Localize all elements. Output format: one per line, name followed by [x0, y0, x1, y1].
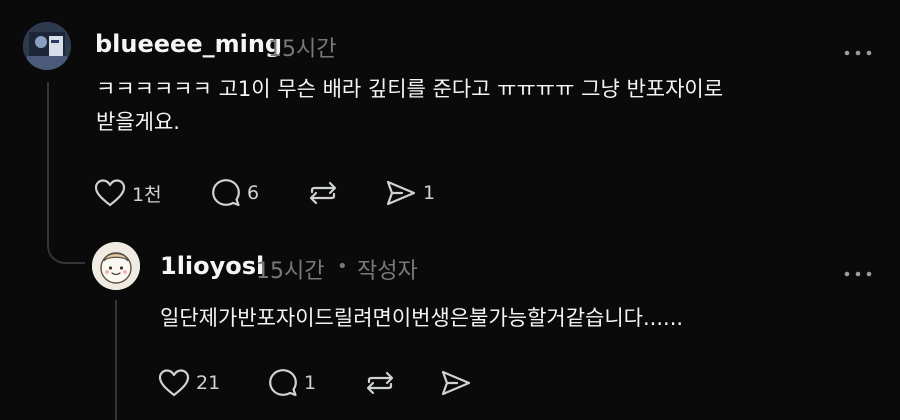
- comment-icon: [212, 179, 240, 207]
- thread-connector-curve: [47, 228, 85, 264]
- comment-text: ㅋㅋㅋㅋㅋㅋ 고1이 무슨 배라 깊티를 준다고 ㅠㅠㅠㅠ 그냥 반포자이로 받…: [96, 73, 856, 139]
- reply-time: 15시간: [256, 259, 325, 284]
- reply-button[interactable]: 6: [211, 178, 259, 208]
- reply-count: 1: [304, 372, 317, 394]
- thread-connector-line: [47, 82, 49, 240]
- share-icon: [441, 370, 471, 396]
- like-count: 21: [196, 372, 221, 394]
- repost-icon: [366, 371, 394, 395]
- comment-text-line: ㅋㅋㅋㅋㅋㅋ 고1이 무슨 배라 깊티를 준다고 ㅠㅠㅠㅠ 그냥 반포자이로: [96, 77, 724, 101]
- heart-icon: [158, 369, 190, 397]
- reply-repost-button[interactable]: [365, 368, 395, 398]
- share-count: 1: [423, 182, 436, 204]
- comment-icon: [269, 369, 297, 397]
- author-badge: 작성자: [357, 259, 418, 284]
- reply-avatar[interactable]: [92, 242, 140, 290]
- like-count: 1천: [132, 183, 162, 206]
- share-button[interactable]: 1: [385, 178, 435, 208]
- more-icon[interactable]: [842, 263, 874, 277]
- reply-separator: •: [337, 256, 348, 277]
- reply-count: 6: [247, 182, 260, 204]
- heart-icon: [94, 179, 126, 207]
- avatar[interactable]: [23, 22, 71, 70]
- repost-button[interactable]: [308, 178, 338, 208]
- reply-thread-line: [115, 300, 117, 420]
- like-button[interactable]: 1천: [94, 178, 162, 208]
- comment-time: 15시간: [268, 37, 337, 62]
- reply-reply-button[interactable]: 1: [268, 368, 316, 398]
- comment-username[interactable]: blueeee_ming: [95, 30, 282, 58]
- share-icon: [386, 180, 416, 206]
- more-icon[interactable]: [842, 42, 874, 56]
- comment-text-line: 받을게요.: [96, 110, 180, 134]
- reply-username[interactable]: 1lioyosl: [160, 252, 264, 280]
- repost-icon: [309, 181, 337, 205]
- reply-text: 일단제가반포자이드릴려면이번생은불가능할거같습니다......: [160, 306, 684, 330]
- reply-share-button[interactable]: [440, 368, 472, 398]
- reply-like-button[interactable]: 21: [158, 368, 220, 398]
